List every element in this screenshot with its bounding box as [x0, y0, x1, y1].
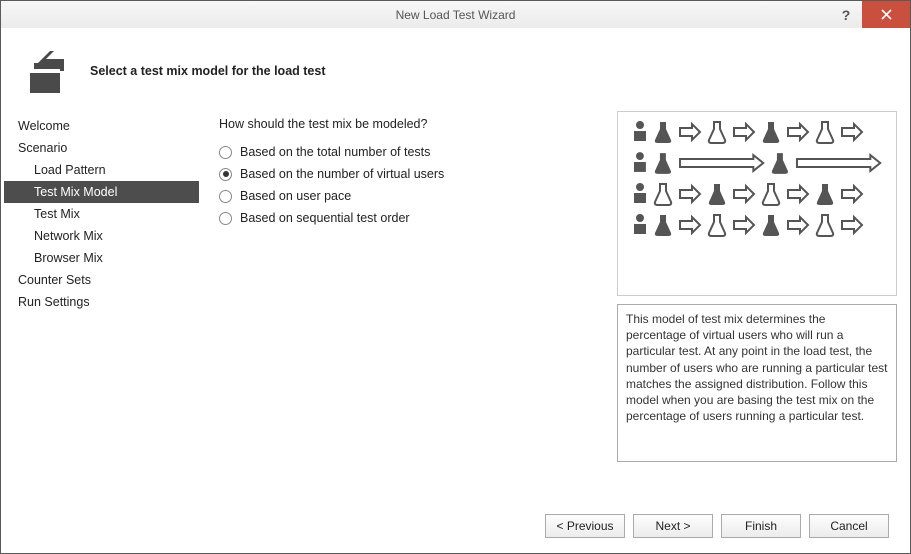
sidebar-item-label: Welcome	[18, 119, 70, 133]
wizard-window: New Load Test Wizard ? Select a test mix	[0, 0, 911, 554]
radio-label: Based on user pace	[240, 189, 351, 203]
illustration-row	[632, 151, 882, 175]
sidebar-item-label: Load Pattern	[34, 163, 106, 177]
radio-button[interactable]	[219, 212, 232, 225]
sidebar-item-label: Browser Mix	[34, 251, 103, 265]
content-area: Select a test mix model for the load tes…	[4, 31, 907, 502]
close-button[interactable]	[862, 1, 910, 28]
cancel-button[interactable]: Cancel	[809, 514, 889, 538]
help-button[interactable]: ?	[830, 1, 862, 28]
sidebar-item-test-mix[interactable]: Test Mix	[4, 203, 199, 225]
main-row: Welcome Scenario Load Pattern Test Mix Mode…	[4, 111, 907, 502]
radio-button[interactable]	[219, 146, 232, 159]
illustration-row	[632, 120, 882, 144]
illustration-panel	[617, 111, 897, 296]
footer: < Previous Next > Finish Cancel	[4, 502, 907, 550]
radio-button[interactable]	[219, 190, 232, 203]
illustration-row	[632, 213, 882, 237]
sidebar-item-test-mix-model[interactable]: Test Mix Model	[4, 181, 199, 203]
window-controls: ?	[830, 1, 910, 28]
sidebar-item-load-pattern[interactable]: Load Pattern	[4, 159, 199, 181]
sidebar: Welcome Scenario Load Pattern Test Mix Mode…	[4, 111, 199, 502]
sidebar-item-label: Test Mix	[34, 207, 80, 221]
titlebar: New Load Test Wizard ?	[0, 0, 911, 28]
sidebar-item-label: Network Mix	[34, 229, 103, 243]
radio-label: Based on the total number of tests	[240, 145, 430, 159]
wizard-icon	[16, 43, 72, 99]
sidebar-item-label: Run Settings	[18, 295, 90, 309]
radio-button[interactable]	[219, 168, 232, 181]
description-panel: This model of test mix determines the pe…	[617, 304, 897, 462]
sidebar-item-run-settings[interactable]: Run Settings	[4, 291, 199, 313]
banner: Select a test mix model for the load tes…	[4, 31, 907, 111]
center-panel: How should the test mix be modeled? Base…	[199, 111, 907, 502]
radio-label: Based on the number of virtual users	[240, 167, 444, 181]
next-button[interactable]: Next >	[633, 514, 713, 538]
sidebar-item-scenario[interactable]: Scenario	[4, 137, 199, 159]
sidebar-item-label: Counter Sets	[18, 273, 91, 287]
window-title: New Load Test Wizard	[396, 8, 516, 22]
sidebar-item-counter-sets[interactable]: Counter Sets	[4, 269, 199, 291]
sidebar-item-network-mix[interactable]: Network Mix	[4, 225, 199, 247]
illustration-row	[632, 182, 882, 206]
sidebar-item-welcome[interactable]: Welcome	[4, 115, 199, 137]
wizard-subtitle: Select a test mix model for the load tes…	[90, 64, 325, 78]
right-column: This model of test mix determines the pe…	[617, 111, 897, 462]
finish-button[interactable]: Finish	[721, 514, 801, 538]
sidebar-item-label: Test Mix Model	[34, 185, 117, 199]
sidebar-item-browser-mix[interactable]: Browser Mix	[4, 247, 199, 269]
sidebar-item-label: Scenario	[18, 141, 67, 155]
radio-label: Based on sequential test order	[240, 211, 410, 225]
wizard-body: Select a test mix model for the load tes…	[0, 28, 911, 554]
previous-button[interactable]: < Previous	[545, 514, 625, 538]
close-icon	[881, 9, 892, 20]
